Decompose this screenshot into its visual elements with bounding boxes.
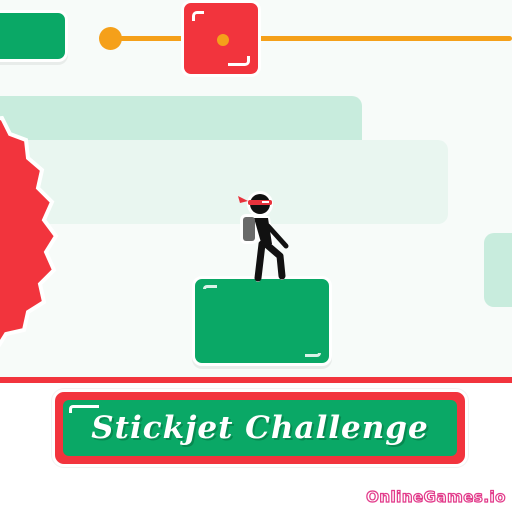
red-moving-block-icon (181, 0, 261, 77)
banner-gloss (69, 405, 99, 413)
stickman-ninja-icon[interactable] (232, 186, 302, 286)
orange-track-line (110, 36, 512, 41)
block-gloss-top (192, 11, 204, 21)
title-banner: Stickjet Challenge (52, 389, 468, 467)
red-spiked-saw-icon (0, 115, 59, 348)
block-gloss-bottom (228, 56, 250, 66)
orange-track-node (99, 27, 122, 50)
background-slab-right (484, 233, 512, 307)
title-banner-inner: Stickjet Challenge (63, 400, 457, 456)
track-pivot-dot (217, 34, 229, 46)
green-platform-main (192, 276, 332, 366)
green-platform-top-left (0, 10, 68, 62)
game-title: Stickjet Challenge (91, 410, 429, 446)
platform-gloss-bottom (305, 353, 321, 357)
platform-gloss (203, 285, 217, 289)
game-scene[interactable]: Stickjet Challenge OnlineGames.io (0, 0, 512, 512)
watermark-logo: OnlineGames.io (366, 487, 507, 506)
